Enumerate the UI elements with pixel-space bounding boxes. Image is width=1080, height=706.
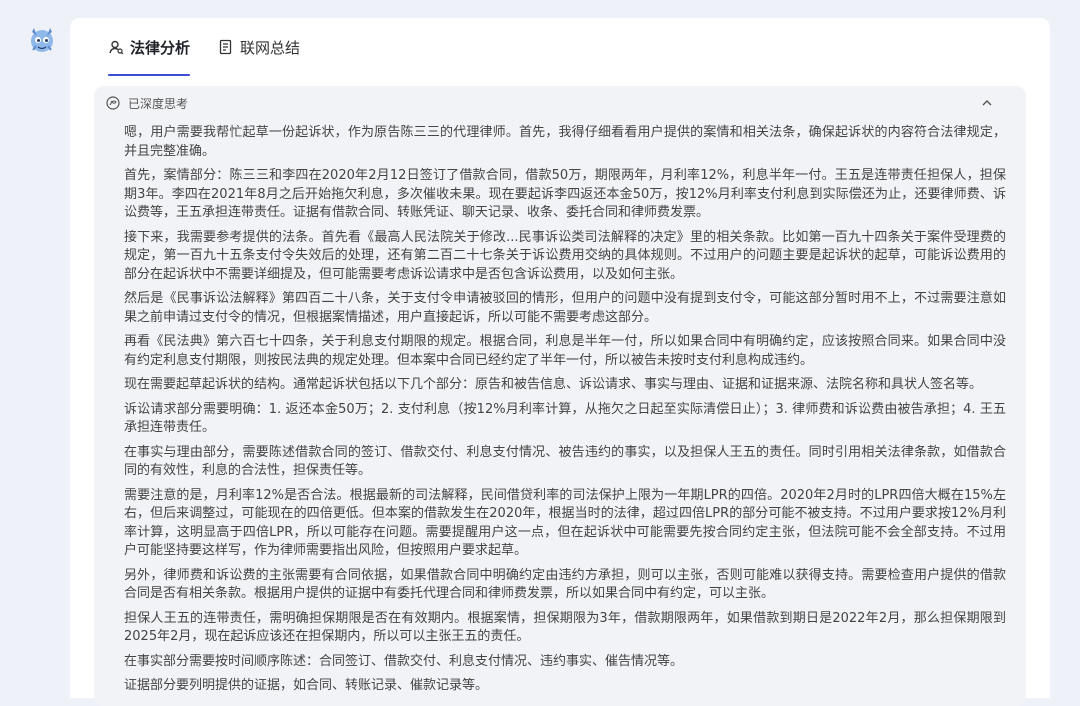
thinking-paragraph: 首先，案情部分：陈三三和李四在2020年2月12日签订了借款合同，借款50万，期…: [124, 168, 1006, 220]
deep-thinking-header[interactable]: 已深度思考: [94, 86, 1026, 120]
deep-think-icon: [106, 96, 120, 110]
thinking-paragraph: 在事实部分需要按时间顺序陈述：合同签订、借款交付、利息支付情况、违约事实、催告情…: [124, 653, 684, 669]
tab-legal-analysis-label: 法律分析: [130, 38, 191, 57]
app-logo: [24, 22, 60, 58]
thinking-paragraph: 担保人王五的连带责任，需明确担保期限是否在有效期内。根据案情，担保期限为3年，借…: [124, 610, 1006, 645]
thinking-paragraph: 诉讼请求部分需要明确：1. 返还本金50万；2. 支付利息（按12%月利率计算，…: [124, 401, 1006, 436]
tab-legal-analysis[interactable]: 法律分析: [94, 32, 204, 76]
thinking-paragraph: 嗯，用户需要我帮忙起草一份起诉状，作为原告陈三三的代理律师。首先，我得仔细看看用…: [124, 125, 1006, 159]
thinking-paragraph: 另外，律师费和诉讼费的主张需要有合同依据，如果借款合同中明确约定由违约方承担，则…: [124, 567, 1006, 602]
person-search-icon: [109, 40, 124, 55]
tab-web-summary-label: 联网总结: [240, 38, 301, 57]
deep-thinking-panel: 已深度思考 嗯，用户需要我帮忙起草一份起诉状，作为原告陈三三的代理律师。首先，我…: [94, 86, 1026, 706]
thinking-paragraph: 现在需要起草起诉状的结构。通常起诉状包括以下几个部分：原告和被告信息、诉讼请求、…: [124, 377, 983, 392]
document-list-icon: [219, 39, 232, 55]
tab-bar: 法律分析 联网总结: [94, 32, 314, 76]
deep-thinking-label: 已深度思考: [128, 96, 189, 111]
thinking-paragraph: 接下来，我需要参考提供的法条。首先看《最高人民法院关于修改...民事诉讼类司法解…: [124, 229, 1006, 282]
thinking-paragraph: 在事实与理由部分，需要陈述借款合同的签订、借款交付、利息支付情况、被告违约的事实…: [124, 444, 1006, 479]
chevron-up-icon[interactable]: [980, 96, 994, 110]
deep-thinking-content: 嗯，用户需要我帮忙起草一份起诉状，作为原告陈三三的代理律师。首先，我得仔细看看用…: [94, 120, 1026, 696]
tab-web-summary[interactable]: 联网总结: [204, 32, 314, 62]
dragon-mascot-icon: [31, 28, 53, 52]
thinking-paragraph: 需要注意的是，月利率12%是否合法。根据最新的司法解释，民间借贷利率的司法保护上…: [124, 487, 1006, 559]
thinking-paragraph: 然后是《民事诉讼法解释》第四百二十八条，关于支付令申请被驳回的情形，但用户的问题…: [124, 291, 1006, 325]
main-panel: 法律分析 联网总结 已深度思考 嗯，用户需要我帮忙起草一份起诉状，作为原告陈三三…: [70, 18, 1050, 706]
thinking-paragraph: 再看《民法典》第六百七十四条，关于利息支付期限的规定。根据合同，利息是半年一付，…: [124, 334, 1006, 368]
